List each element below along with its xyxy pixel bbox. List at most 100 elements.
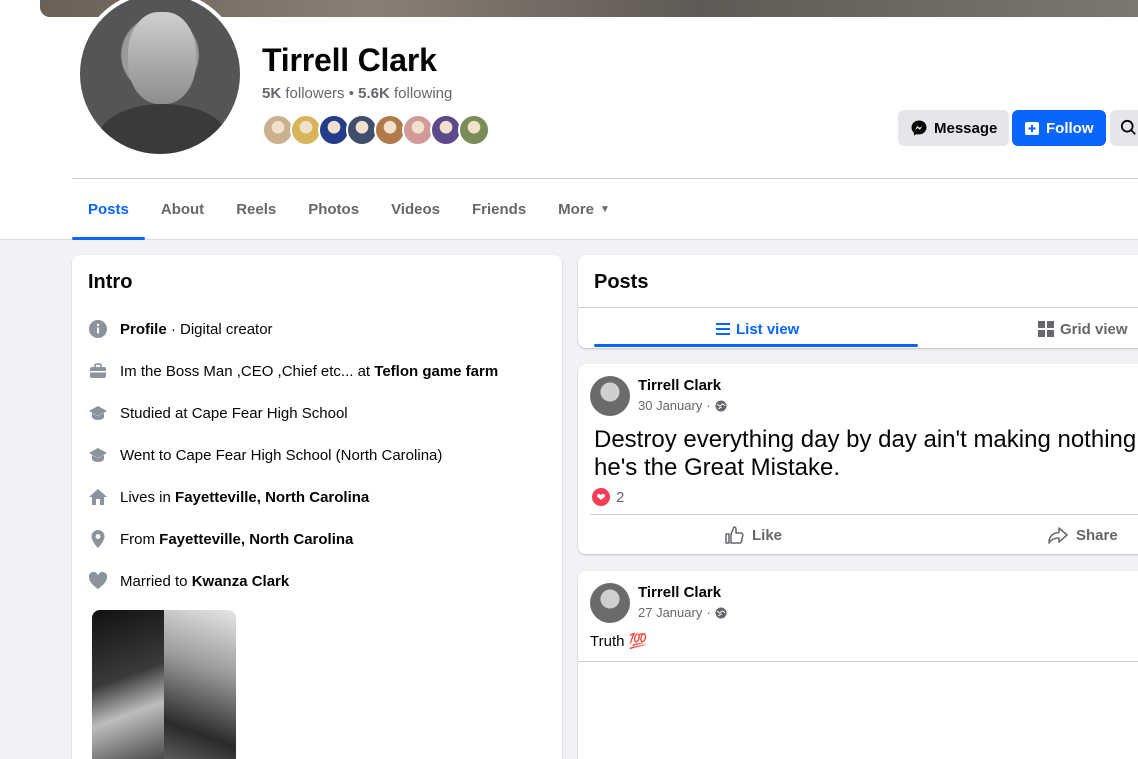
tab-reels[interactable]: Reels: [220, 180, 292, 238]
posts-title: Posts: [594, 271, 649, 293]
post-author-avatar[interactable]: [590, 583, 630, 623]
tab-label: Videos: [391, 200, 440, 218]
share-label: Share: [1076, 526, 1118, 544]
intro-item-link[interactable]: Fayetteville, North Carolina: [175, 489, 369, 506]
reaction-count: 2: [616, 488, 625, 506]
graduation-cap-icon: [88, 445, 108, 465]
intro-item-text: Went to Cape Fear High School (North Car…: [120, 446, 443, 464]
grid-view-tab[interactable]: Grid view: [1038, 315, 1128, 343]
profile-tabs: Posts About Reels Photos Videos Friends …: [72, 180, 626, 240]
heart-icon: [88, 571, 108, 591]
post-text: Destroy everything day by day ain't maki…: [594, 426, 1138, 482]
following-count[interactable]: 5.6K: [358, 85, 390, 102]
followers-count[interactable]: 5K: [262, 85, 281, 102]
intro-item-bold: Profile: [120, 320, 167, 338]
messenger-icon: [911, 120, 927, 136]
intro-item-link[interactable]: Fayetteville, North Carolina: [159, 531, 353, 548]
share-button[interactable]: Share: [1048, 522, 1118, 548]
intro-item-link[interactable]: Kwanza Clark: [192, 573, 290, 590]
posts-header-card: Posts List view Grid view: [578, 255, 1138, 348]
intro-item-studied: Studied at Cape Fear High School: [88, 392, 546, 434]
list-view-tab[interactable]: List view: [716, 315, 799, 343]
tab-posts[interactable]: Posts: [72, 180, 145, 240]
post-card: Tirrell Clark 30 January · Destroy every…: [578, 364, 1138, 554]
intro-card: Intro Profile · Digital creator Im the B…: [72, 255, 562, 759]
profile-face: [128, 12, 196, 104]
intro-item-from: From Fayetteville, North Carolina: [88, 518, 546, 560]
list-view-indicator: [594, 344, 918, 347]
posts-divider: [578, 307, 1138, 308]
profile-shirt: [98, 104, 228, 154]
tab-label: Reels: [236, 200, 277, 218]
post-date[interactable]: 30 January: [638, 398, 702, 413]
post-meta: 27 January ·: [638, 605, 727, 620]
list-view-label: List view: [736, 320, 800, 338]
featured-photo[interactable]: [92, 610, 236, 759]
mutual-friends-avatars[interactable]: [262, 114, 490, 146]
post-text-line: he's the Great Mistake.: [594, 454, 841, 481]
intro-item-link[interactable]: Teflon game farm: [374, 363, 498, 380]
caret-down-icon: ▼: [600, 203, 610, 215]
list-icon: [716, 323, 730, 335]
like-label: Like: [752, 526, 783, 544]
intro-item-went-to: Went to Cape Fear High School (North Car…: [88, 434, 546, 476]
post-meta: 30 January ·: [638, 398, 727, 413]
post-divider: [578, 661, 1138, 662]
intro-item-text: From: [120, 530, 160, 548]
followers-label[interactable]: followers: [285, 85, 344, 102]
info-icon: [88, 319, 108, 339]
intro-item-text: · Digital creator: [166, 320, 273, 338]
meta-dot: ·: [706, 605, 711, 620]
home-icon: [88, 487, 108, 507]
thumbs-up-icon: [725, 526, 744, 544]
profile-name: Tirrell Clark: [262, 42, 437, 78]
search-button[interactable]: [1110, 110, 1138, 146]
post-date[interactable]: 27 January: [638, 605, 702, 620]
tab-friends[interactable]: Friends: [456, 180, 542, 238]
tab-label: Photos: [308, 200, 360, 218]
follow-button[interactable]: Follow: [1012, 110, 1106, 146]
share-icon: [1048, 527, 1068, 544]
intro-item-work: Im the Boss Man ,CEO ,Chief etc... at Te…: [88, 350, 546, 392]
post-author-name[interactable]: Tirrell Clark: [638, 377, 721, 394]
post-divider: [590, 514, 1138, 515]
meta-dot: ·: [706, 398, 711, 413]
graduation-cap-icon: [88, 403, 108, 423]
intro-item-married: Married to Kwanza Clark: [88, 560, 546, 602]
tab-more[interactable]: More ▼: [542, 180, 626, 238]
following-label[interactable]: following: [394, 85, 452, 102]
intro-item-text: Studied at Cape Fear High School: [120, 404, 348, 422]
follow-label: Follow: [1046, 119, 1094, 137]
message-button[interactable]: Message: [898, 110, 1010, 146]
profile-picture[interactable]: [76, 0, 244, 158]
intro-title: Intro: [88, 271, 133, 293]
tab-label: About: [160, 200, 205, 218]
reaction-summary[interactable]: ❤ 2: [592, 488, 624, 506]
tab-label: More: [558, 200, 595, 218]
tab-about[interactable]: About: [145, 180, 220, 238]
post-author-avatar[interactable]: [590, 376, 630, 416]
post-author-name[interactable]: Tirrell Clark: [638, 584, 721, 601]
tab-label: Friends: [471, 200, 527, 218]
love-reaction-icon: ❤: [592, 488, 610, 506]
tab-label: Posts: [88, 200, 129, 218]
message-label: Message: [934, 119, 998, 137]
friend-avatar[interactable]: [458, 114, 490, 146]
intro-item-profile: Profile · Digital creator: [88, 308, 546, 350]
intro-item-text: Lives in: [120, 488, 176, 506]
featured-photo-left: [92, 610, 164, 759]
header-divider: [72, 178, 1138, 179]
like-button[interactable]: Like: [724, 522, 782, 548]
follow-stats: 5K followers • 5.6K following: [262, 85, 452, 102]
tab-photos[interactable]: Photos: [292, 180, 375, 238]
grid-view-label: Grid view: [1060, 320, 1128, 338]
globe-icon: [715, 400, 727, 411]
tab-videos[interactable]: Videos: [375, 180, 456, 238]
intro-item-text: Married to: [120, 572, 192, 590]
search-icon: [1120, 119, 1136, 135]
intro-item-text: Im the Boss Man ,CEO ,Chief etc... at: [120, 362, 375, 380]
briefcase-icon: [88, 361, 108, 381]
intro-item-lives: Lives in Fayetteville, North Carolina: [88, 476, 546, 518]
globe-icon: [715, 607, 727, 618]
stats-separator: •: [344, 85, 359, 102]
